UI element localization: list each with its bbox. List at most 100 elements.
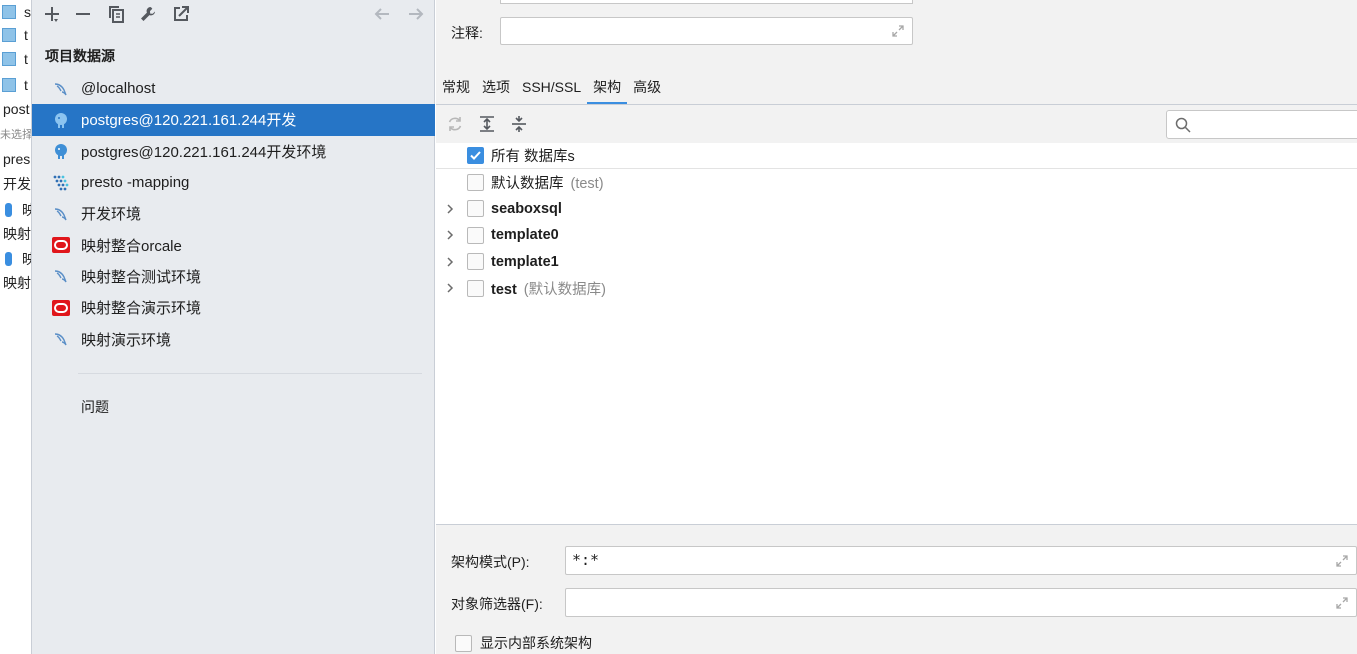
expand-icon[interactable] — [1335, 554, 1349, 568]
show-internal-schemas-checkbox[interactable] — [455, 634, 472, 652]
status-pill-icon — [5, 203, 12, 217]
forward-button[interactable] — [404, 2, 428, 26]
show-internal-schemas-label: 显示内部系统架构 — [480, 635, 592, 651]
copy-datasource-button[interactable] — [104, 2, 128, 26]
table-icon — [2, 78, 16, 92]
chevron-right-icon[interactable] — [444, 256, 456, 268]
datasource-item-localhost[interactable]: @localhost — [32, 73, 435, 104]
tab-advanced[interactable]: 高级 — [627, 70, 667, 104]
background-window-strip: s t t t post 未选择 pres 开发 映 映射 映 映射 — [0, 0, 32, 654]
datasource-item-postgres-dev-env[interactable]: postgres@120.221.161.244开发环境 — [32, 136, 435, 167]
search-icon — [1175, 117, 1191, 133]
datasource-item-integration-test[interactable]: 映射整合测试环境 — [32, 261, 435, 292]
datasource-item-postgres-dev[interactable]: postgres@120.221.161.244开发 — [32, 104, 435, 136]
test-checkbox[interactable] — [467, 279, 484, 297]
template1-checkbox[interactable] — [467, 253, 484, 271]
tab-ssh-ssl[interactable]: SSH/SSL — [516, 70, 587, 104]
tab-schemas[interactable]: 架构 — [587, 70, 628, 105]
bg-list-item: t — [0, 73, 28, 97]
bg-list-item: t — [0, 23, 28, 47]
datasource-item-presto-mapping[interactable]: presto -mapping — [32, 167, 435, 198]
show-internal-schemas-option[interactable]: 显示内部系统架构 — [455, 633, 592, 653]
comment-label: 注释: — [451, 25, 483, 41]
tree-row-test[interactable]: test (默认数据库) — [436, 275, 1357, 301]
refresh-button[interactable] — [444, 113, 466, 135]
table-icon — [2, 5, 16, 19]
problems-item[interactable]: 问题 — [81, 397, 109, 417]
bg-list-item: 映 — [0, 247, 31, 271]
bg-list-item: 映 — [0, 198, 31, 222]
collapse-all-icon — [512, 116, 526, 132]
arrow-right-icon — [409, 8, 424, 20]
bg-list-item: s — [0, 0, 31, 24]
minus-icon — [76, 13, 90, 15]
datasource-list: @localhost postgres@120.221.161.244开发 po… — [32, 73, 435, 355]
template0-checkbox[interactable] — [467, 226, 484, 244]
all-databases-checkbox[interactable] — [467, 147, 484, 165]
add-datasource-button[interactable] — [40, 2, 64, 26]
datasource-item-mapping-demo[interactable]: 映射演示环境 — [32, 323, 435, 354]
plus-icon — [45, 7, 59, 22]
expand-all-icon — [480, 116, 494, 132]
postgresql-elephant-icon — [52, 111, 70, 129]
project-datasources-title: 项目数据源 — [45, 48, 115, 64]
tree-row-seaboxsql[interactable]: seaboxsql — [436, 196, 1357, 222]
datasource-item-integration-demo[interactable]: 映射整合演示环境 — [32, 292, 435, 323]
back-button[interactable] — [370, 2, 394, 26]
open-datasource-button[interactable] — [169, 2, 193, 26]
bg-list-item: post — [3, 101, 30, 117]
tree-row-template1[interactable]: template1 — [436, 249, 1357, 275]
schema-pattern-field[interactable]: *:* — [565, 546, 1357, 575]
tree-row-all-databases[interactable]: 所有 数据库s — [436, 143, 1357, 170]
database-tree: 所有 数据库s 默认数据库 (test) seaboxsql template0 … — [436, 143, 1357, 301]
check-icon — [470, 151, 481, 161]
expand-icon[interactable] — [1335, 596, 1349, 610]
expand-icon[interactable] — [891, 24, 905, 38]
status-pill-icon — [5, 252, 12, 266]
chevron-right-icon[interactable] — [444, 203, 456, 215]
tab-options[interactable]: 选项 — [476, 70, 516, 104]
chevron-right-icon[interactable] — [444, 229, 456, 241]
chevron-right-icon[interactable] — [444, 282, 456, 294]
mysql-dolphin-icon — [52, 330, 70, 348]
seaboxsql-checkbox[interactable] — [467, 200, 484, 218]
collapse-all-button[interactable] — [508, 113, 530, 135]
bg-list-item: 未选择 — [0, 129, 32, 141]
bg-list-item: 映射 — [3, 275, 31, 291]
comment-field[interactable] — [500, 17, 913, 45]
table-icon — [2, 52, 16, 66]
tree-row-template0[interactable]: template0 — [436, 222, 1357, 248]
mysql-dolphin-icon — [52, 267, 70, 285]
object-filter-label: 对象筛选器(F): — [451, 596, 543, 612]
datasource-item-oracle-integration[interactable]: 映射整合orcale — [32, 229, 435, 260]
oracle-icon — [52, 299, 70, 317]
datasource-toolbar — [32, 0, 435, 30]
bg-list-item: 开发 — [3, 176, 31, 192]
wrench-icon — [141, 7, 155, 21]
mysql-dolphin-icon — [52, 80, 70, 98]
name-field[interactable] — [500, 0, 913, 4]
datasource-item-dev-env[interactable]: 开发环境 — [32, 198, 435, 229]
refresh-icon — [448, 117, 462, 131]
postgresql-elephant-icon — [52, 142, 70, 160]
datasource-panel: 项目数据源 @localhost postgres@120.221.161.24… — [32, 0, 435, 654]
section-divider — [78, 373, 422, 374]
remove-datasource-button[interactable] — [71, 2, 95, 26]
schemas-toolbar — [436, 105, 1357, 143]
copy-icon — [109, 6, 124, 23]
datasource-settings-panel: 注释: 常规 选项 SSH/SSL 架构 高级 所有 数据库s 默认数据库 (t… — [436, 0, 1357, 654]
schema-search-box[interactable] — [1166, 110, 1357, 139]
object-filter-field[interactable] — [565, 588, 1357, 617]
settings-tabs: 常规 选项 SSH/SSL 架构 高级 — [436, 70, 667, 105]
tree-row-default-database[interactable]: 默认数据库 (test) — [436, 169, 1357, 195]
schema-search-input[interactable] — [1197, 113, 1357, 135]
bg-list-item: pres — [3, 151, 31, 167]
default-database-checkbox[interactable] — [467, 174, 484, 192]
schemas-content: 所有 数据库s 默认数据库 (test) seaboxsql template0 … — [436, 105, 1357, 525]
expand-all-button[interactable] — [476, 113, 498, 135]
tab-general[interactable]: 常规 — [436, 70, 476, 104]
oracle-icon — [52, 236, 70, 254]
edit-datasource-button[interactable] — [136, 2, 160, 26]
bg-list-item: t — [0, 47, 28, 71]
table-icon — [2, 28, 16, 42]
